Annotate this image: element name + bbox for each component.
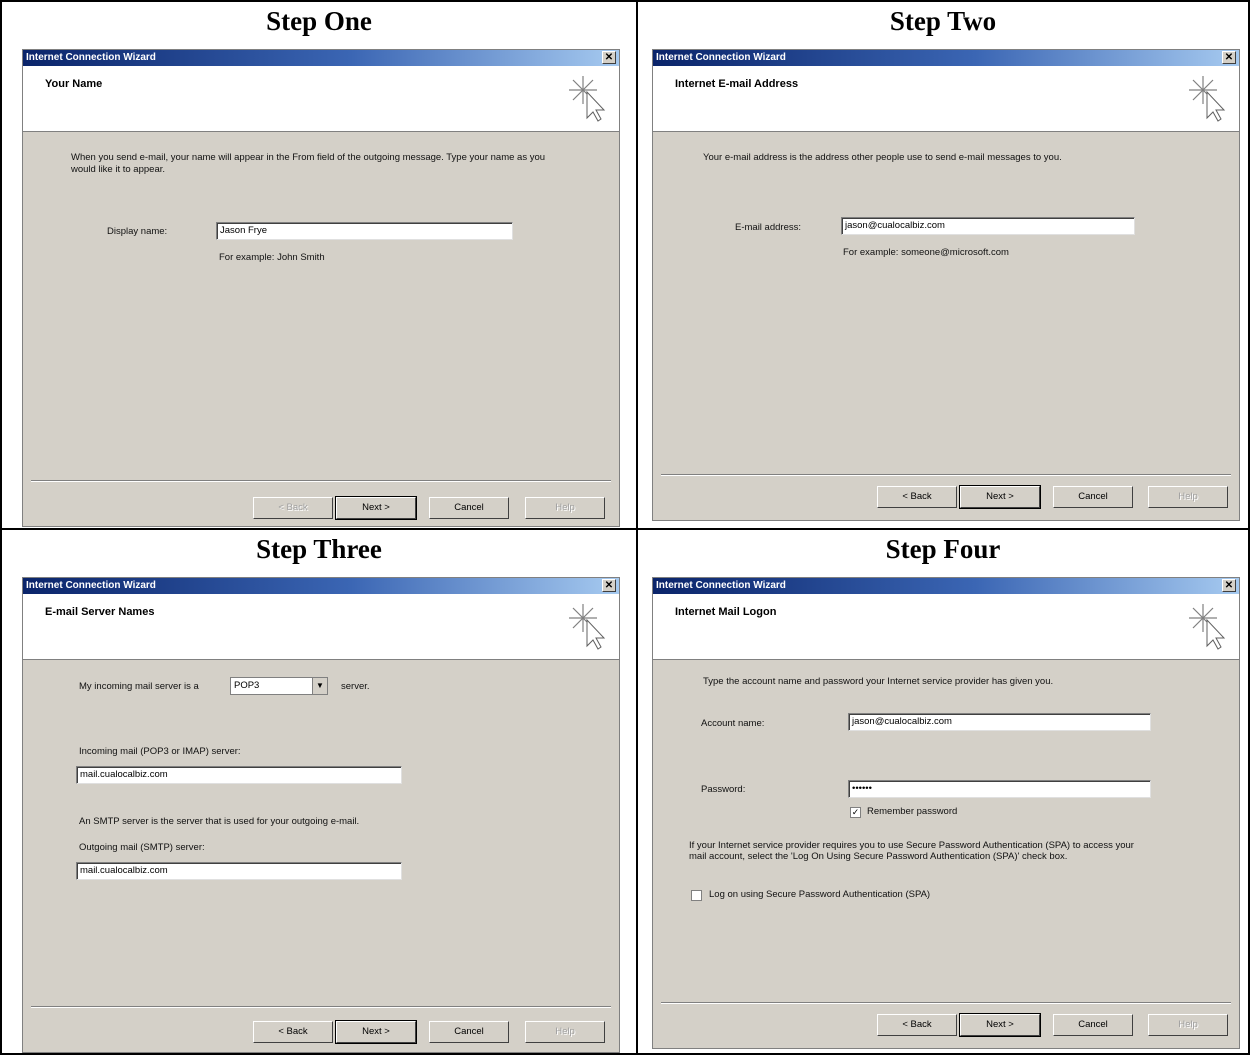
wizard-cursor-icon	[568, 75, 605, 122]
dialog-title: Internet Connection Wizard	[656, 580, 786, 591]
back-button[interactable]: < Back	[877, 1014, 957, 1036]
display-name-label: Display name:	[107, 226, 168, 237]
intro-text: When you send e-mail, your name will app…	[71, 152, 546, 175]
intro-text: Your e-mail address is the address other…	[703, 152, 1062, 163]
next-button[interactable]: Next >	[335, 496, 417, 520]
dialog-title: Internet Connection Wizard	[26, 52, 156, 63]
email-address-label: E-mail address:	[735, 222, 801, 233]
cancel-button[interactable]: Cancel	[1053, 486, 1133, 508]
outgoing-server-field[interactable]: mail.cualocalbiz.com	[76, 862, 402, 880]
server-type-suffix: server.	[341, 681, 370, 692]
dialog-titlebar: Internet Connection Wizard ✕	[653, 50, 1239, 66]
chevron-down-icon[interactable]: ▼	[312, 678, 327, 694]
step-one-label: Step One	[266, 6, 372, 36]
server-type-select[interactable]: POP3 ▼	[230, 677, 328, 695]
wizard-page-title: Internet E-mail Address	[675, 78, 799, 90]
step-two-dialog: Internet Connection Wizard ✕ Internet E-…	[652, 49, 1240, 521]
display-name-hint: For example: John Smith	[219, 252, 325, 263]
step-two-label: Step Two	[889, 6, 997, 36]
server-type-value: POP3	[234, 680, 260, 691]
wizard-header: Internet Mail Logon	[653, 594, 1239, 660]
wizard-cursor-icon	[1188, 603, 1225, 650]
incoming-server-field[interactable]: mail.cualocalbiz.com	[76, 766, 402, 784]
close-icon[interactable]: ✕	[1222, 51, 1236, 64]
step-four-label: Step Four	[885, 534, 1001, 564]
close-icon[interactable]: ✕	[1222, 579, 1236, 592]
display-name-field[interactable]: Jason Frye	[216, 222, 513, 240]
wizard-header: E-mail Server Names	[23, 594, 619, 660]
help-button[interactable]: Help	[1148, 1014, 1228, 1036]
account-name-label: Account name:	[701, 718, 765, 729]
spa-checkbox[interactable]	[691, 890, 702, 901]
dialog-titlebar: Internet Connection Wizard ✕	[23, 50, 619, 66]
button-separator	[661, 1002, 1231, 1004]
cancel-button[interactable]: Cancel	[1053, 1014, 1133, 1036]
button-separator	[31, 1006, 611, 1008]
wizard-page-title: Your Name	[45, 78, 103, 90]
dialog-title: Internet Connection Wizard	[656, 52, 786, 63]
incoming-server-label: Incoming mail (POP3 or IMAP) server:	[79, 746, 241, 757]
cancel-button[interactable]: Cancel	[429, 497, 509, 519]
help-button[interactable]: Help	[525, 497, 605, 519]
next-button[interactable]: Next >	[335, 1020, 417, 1044]
remember-password-label: Remember password	[867, 806, 958, 817]
wizard-page-title: Internet Mail Logon	[675, 606, 777, 618]
password-label: Password:	[701, 784, 746, 795]
back-button[interactable]: < Back	[253, 1021, 333, 1043]
intro-text: Type the account name and password your …	[703, 676, 1054, 687]
dialog-titlebar: Internet Connection Wizard ✕	[23, 578, 619, 594]
next-button[interactable]: Next >	[959, 485, 1041, 509]
password-field[interactable]: ••••••	[848, 780, 1151, 798]
wizard-page-title: E-mail Server Names	[45, 606, 155, 618]
server-type-prefix: My incoming mail server is a	[79, 681, 199, 692]
dialog-title: Internet Connection Wizard	[26, 580, 156, 591]
email-address-hint: For example: someone@microsoft.com	[843, 247, 1009, 258]
step-three-label: Step Three	[256, 534, 382, 564]
step-four-dialog: Internet Connection Wizard ✕ Internet Ma…	[652, 577, 1240, 1049]
wizard-cursor-icon	[568, 603, 605, 650]
button-separator	[31, 480, 611, 482]
close-icon[interactable]: ✕	[602, 51, 616, 64]
wizard-cursor-icon	[1188, 75, 1225, 122]
spa-label: Log on using Secure Password Authenticat…	[709, 889, 931, 900]
smtp-note: An SMTP server is the server that is use…	[79, 816, 360, 827]
remember-password-checkbox[interactable]: ✓	[850, 807, 861, 818]
back-button[interactable]: < Back	[877, 486, 957, 508]
spa-note: If your Internet service provider requir…	[689, 840, 1134, 862]
step-one-dialog: Internet Connection Wizard ✕ Your Name W…	[22, 49, 620, 527]
dialog-titlebar: Internet Connection Wizard ✕	[653, 578, 1239, 594]
back-button[interactable]: < Back	[253, 497, 333, 519]
wizard-header: Internet E-mail Address	[653, 66, 1239, 132]
step-three-dialog: Internet Connection Wizard ✕ E-mail Serv…	[22, 577, 620, 1053]
account-name-field[interactable]: jason@cualocalbiz.com	[848, 713, 1151, 731]
email-address-field[interactable]: jason@cualocalbiz.com	[841, 217, 1135, 235]
next-button[interactable]: Next >	[959, 1013, 1041, 1037]
button-separator	[661, 474, 1231, 476]
help-button[interactable]: Help	[1148, 486, 1228, 508]
outgoing-server-label: Outgoing mail (SMTP) server:	[79, 842, 205, 853]
close-icon[interactable]: ✕	[602, 579, 616, 592]
cancel-button[interactable]: Cancel	[429, 1021, 509, 1043]
wizard-header: Your Name	[23, 66, 619, 132]
help-button[interactable]: Help	[525, 1021, 605, 1043]
